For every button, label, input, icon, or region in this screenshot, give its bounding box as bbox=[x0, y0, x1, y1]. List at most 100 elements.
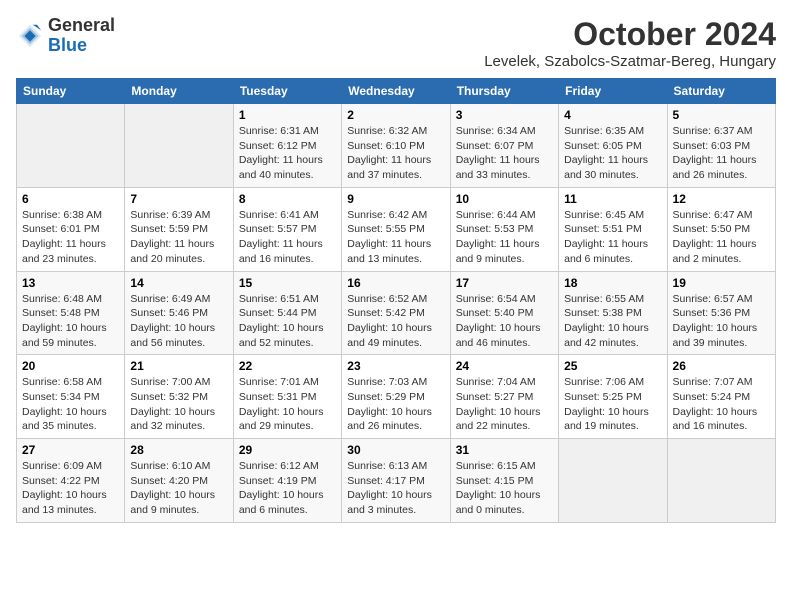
day-number: 24 bbox=[456, 359, 553, 373]
calendar-week-5: 27 Sunrise: 6:09 AMSunset: 4:22 PMDayligh… bbox=[17, 439, 776, 523]
day-info: Sunrise: 6:38 AMSunset: 6:01 PMDaylight:… bbox=[22, 208, 119, 267]
day-number: 25 bbox=[564, 359, 661, 373]
calendar-cell: 25Sunrise: 7:06 AMSunset: 5:25 PMDayligh… bbox=[559, 355, 667, 439]
title-block: October 2024 Levelek, Szabolcs-Szatmar-B… bbox=[484, 16, 776, 70]
month-title: October 2024 bbox=[484, 16, 776, 53]
day-info: Sunrise: 6:12 AMSunset: 4:19 PMDaylight:… bbox=[239, 459, 336, 518]
weekday-header-wednesday: Wednesday bbox=[342, 79, 450, 104]
day-number: 10 bbox=[456, 192, 553, 206]
day-info: Sunrise: 7:00 AMSunset: 5:32 PMDaylight:… bbox=[130, 375, 227, 434]
day-info: Sunrise: 7:03 AMSunset: 5:29 PMDaylight:… bbox=[347, 375, 444, 434]
calendar-week-4: 20 Sunrise: 6:58 AMSunset: 5:34 PMDayligh… bbox=[17, 355, 776, 439]
calendar-cell bbox=[125, 104, 233, 188]
weekday-header-saturday: Saturday bbox=[667, 79, 775, 104]
weekday-header-tuesday: Tuesday bbox=[233, 79, 341, 104]
day-info: Sunrise: 6:47 AMSunset: 5:50 PMDaylight:… bbox=[673, 208, 770, 267]
calendar-cell: 14Sunrise: 6:49 AMSunset: 5:46 PMDayligh… bbox=[125, 271, 233, 355]
day-info: Sunrise: 6:35 AMSunset: 6:05 PMDaylight:… bbox=[564, 124, 661, 183]
day-number: 20 bbox=[22, 359, 119, 373]
calendar-cell: 20 Sunrise: 6:58 AMSunset: 5:34 PMDayligh… bbox=[17, 355, 125, 439]
weekday-header-row: SundayMondayTuesdayWednesdayThursdayFrid… bbox=[17, 79, 776, 104]
calendar-cell: 29Sunrise: 6:12 AMSunset: 4:19 PMDayligh… bbox=[233, 439, 341, 523]
day-number: 30 bbox=[347, 443, 444, 457]
calendar-cell: 28 Sunrise: 6:10 AMSunset: 4:20 PMDayligh… bbox=[125, 439, 233, 523]
day-number: 21 bbox=[130, 359, 227, 373]
day-info: Sunrise: 6:48 AMSunset: 5:48 PMDaylight:… bbox=[22, 292, 119, 351]
day-number: 8 bbox=[239, 192, 336, 206]
day-info: Sunrise: 7:04 AMSunset: 5:27 PMDaylight:… bbox=[456, 375, 553, 434]
day-number: 7 bbox=[130, 192, 227, 206]
day-info: Sunrise: 6:51 AMSunset: 5:44 PMDaylight:… bbox=[239, 292, 336, 351]
calendar-week-2: 6 Sunrise: 6:38 AMSunset: 6:01 PMDaylight… bbox=[17, 187, 776, 271]
day-number: 23 bbox=[347, 359, 444, 373]
day-info: Sunrise: 6:54 AMSunset: 5:40 PMDaylight:… bbox=[456, 292, 553, 351]
calendar-cell bbox=[667, 439, 775, 523]
day-number: 31 bbox=[456, 443, 553, 457]
day-info: Sunrise: 6:41 AMSunset: 5:57 PMDaylight:… bbox=[239, 208, 336, 267]
calendar-cell: 9 Sunrise: 6:42 AMSunset: 5:55 PMDaylight… bbox=[342, 187, 450, 271]
calendar-table: SundayMondayTuesdayWednesdayThursdayFrid… bbox=[16, 78, 776, 523]
day-number: 16 bbox=[347, 276, 444, 290]
calendar-cell: 18Sunrise: 6:55 AMSunset: 5:38 PMDayligh… bbox=[559, 271, 667, 355]
day-info: Sunrise: 7:01 AMSunset: 5:31 PMDaylight:… bbox=[239, 375, 336, 434]
day-info: Sunrise: 6:42 AMSunset: 5:55 PMDaylight:… bbox=[347, 208, 444, 267]
day-number: 4 bbox=[564, 108, 661, 122]
day-info: Sunrise: 6:39 AMSunset: 5:59 PMDaylight:… bbox=[130, 208, 227, 267]
day-number: 18 bbox=[564, 276, 661, 290]
calendar-cell: 19Sunrise: 6:57 AMSunset: 5:36 PMDayligh… bbox=[667, 271, 775, 355]
calendar-cell: 13 Sunrise: 6:48 AMSunset: 5:48 PMDayligh… bbox=[17, 271, 125, 355]
day-number: 26 bbox=[673, 359, 770, 373]
calendar-cell: 22 Sunrise: 7:01 AMSunset: 5:31 PMDayligh… bbox=[233, 355, 341, 439]
location: Levelek, Szabolcs-Szatmar-Bereg, Hungary bbox=[484, 53, 776, 70]
calendar-week-1: 1Sunrise: 6:31 AMSunset: 6:12 PMDaylight… bbox=[17, 104, 776, 188]
calendar-cell bbox=[17, 104, 125, 188]
day-info: Sunrise: 6:52 AMSunset: 5:42 PMDaylight:… bbox=[347, 292, 444, 351]
day-number: 9 bbox=[347, 192, 444, 206]
day-info: Sunrise: 6:15 AMSunset: 4:15 PMDaylight:… bbox=[456, 459, 553, 518]
day-info: Sunrise: 7:07 AMSunset: 5:24 PMDaylight:… bbox=[673, 375, 770, 434]
weekday-header-thursday: Thursday bbox=[450, 79, 558, 104]
calendar-cell: 11 Sunrise: 6:45 AMSunset: 5:51 PMDayligh… bbox=[559, 187, 667, 271]
calendar-cell: 26 Sunrise: 7:07 AMSunset: 5:24 PMDayligh… bbox=[667, 355, 775, 439]
calendar-cell: 31 Sunrise: 6:15 AMSunset: 4:15 PMDayligh… bbox=[450, 439, 558, 523]
weekday-header-monday: Monday bbox=[125, 79, 233, 104]
calendar-cell: 8 Sunrise: 6:41 AMSunset: 5:57 PMDaylight… bbox=[233, 187, 341, 271]
day-number: 6 bbox=[22, 192, 119, 206]
calendar-cell: 2 Sunrise: 6:32 AMSunset: 6:10 PMDaylight… bbox=[342, 104, 450, 188]
day-number: 5 bbox=[673, 108, 770, 122]
day-info: Sunrise: 6:58 AMSunset: 5:34 PMDaylight:… bbox=[22, 375, 119, 434]
day-info: Sunrise: 6:44 AMSunset: 5:53 PMDaylight:… bbox=[456, 208, 553, 267]
day-number: 2 bbox=[347, 108, 444, 122]
day-info: Sunrise: 6:37 AMSunset: 6:03 PMDaylight:… bbox=[673, 124, 770, 183]
calendar-cell bbox=[559, 439, 667, 523]
day-info: Sunrise: 6:32 AMSunset: 6:10 PMDaylight:… bbox=[347, 124, 444, 183]
day-number: 12 bbox=[673, 192, 770, 206]
logo-icon bbox=[16, 22, 44, 50]
calendar-cell: 6 Sunrise: 6:38 AMSunset: 6:01 PMDaylight… bbox=[17, 187, 125, 271]
logo-blue: Blue bbox=[48, 36, 115, 56]
day-info: Sunrise: 6:34 AMSunset: 6:07 PMDaylight:… bbox=[456, 124, 553, 183]
day-number: 11 bbox=[564, 192, 661, 206]
day-info: Sunrise: 6:45 AMSunset: 5:51 PMDaylight:… bbox=[564, 208, 661, 267]
calendar-cell: 7 Sunrise: 6:39 AMSunset: 5:59 PMDaylight… bbox=[125, 187, 233, 271]
day-number: 1 bbox=[239, 108, 336, 122]
calendar-cell: 3 Sunrise: 6:34 AMSunset: 6:07 PMDaylight… bbox=[450, 104, 558, 188]
calendar-cell: 4 Sunrise: 6:35 AMSunset: 6:05 PMDaylight… bbox=[559, 104, 667, 188]
calendar-cell: 10 Sunrise: 6:44 AMSunset: 5:53 PMDayligh… bbox=[450, 187, 558, 271]
day-info: Sunrise: 6:09 AMSunset: 4:22 PMDaylight:… bbox=[22, 459, 119, 518]
calendar-cell: 1Sunrise: 6:31 AMSunset: 6:12 PMDaylight… bbox=[233, 104, 341, 188]
weekday-header-sunday: Sunday bbox=[17, 79, 125, 104]
day-number: 28 bbox=[130, 443, 227, 457]
day-number: 27 bbox=[22, 443, 119, 457]
calendar-cell: 27 Sunrise: 6:09 AMSunset: 4:22 PMDayligh… bbox=[17, 439, 125, 523]
day-number: 22 bbox=[239, 359, 336, 373]
day-number: 15 bbox=[239, 276, 336, 290]
day-number: 3 bbox=[456, 108, 553, 122]
weekday-header-friday: Friday bbox=[559, 79, 667, 104]
day-number: 13 bbox=[22, 276, 119, 290]
calendar-cell: 17 Sunrise: 6:54 AMSunset: 5:40 PMDayligh… bbox=[450, 271, 558, 355]
day-number: 17 bbox=[456, 276, 553, 290]
calendar-cell: 24 Sunrise: 7:04 AMSunset: 5:27 PMDayligh… bbox=[450, 355, 558, 439]
day-info: Sunrise: 6:10 AMSunset: 4:20 PMDaylight:… bbox=[130, 459, 227, 518]
calendar-cell: 5 Sunrise: 6:37 AMSunset: 6:03 PMDaylight… bbox=[667, 104, 775, 188]
